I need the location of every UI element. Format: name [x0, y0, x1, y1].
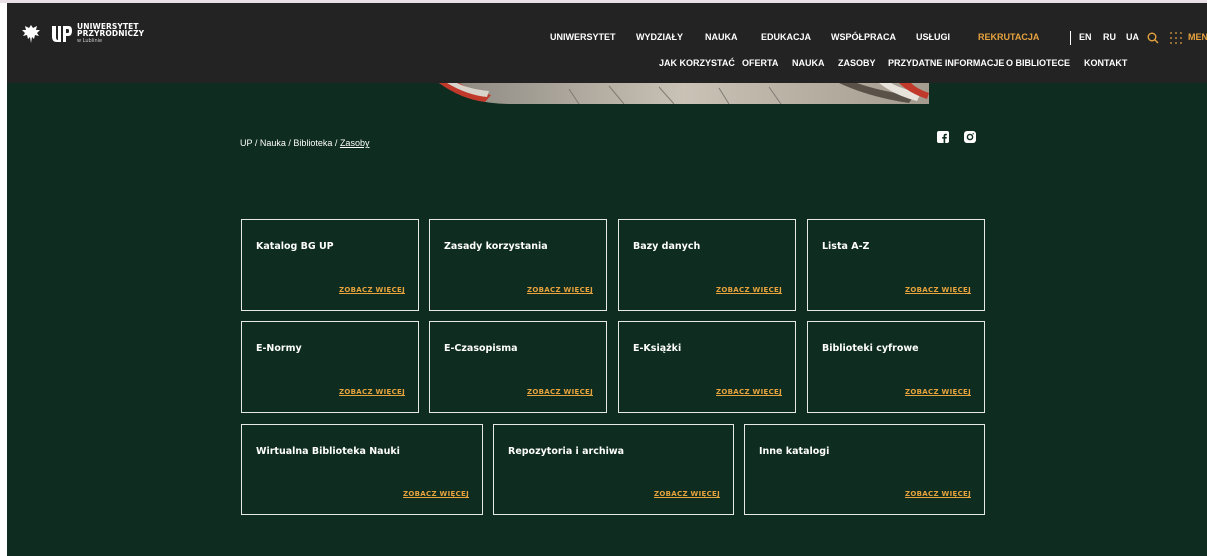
card-wirtualna-biblioteka-nauki[interactable]: Wirtualna Biblioteka Nauki ZOBACZ WIĘCEJ: [241, 424, 483, 515]
subnav-oferta[interactable]: OFERTA: [742, 58, 778, 68]
breadcrumb-nauka[interactable]: Nauka: [260, 138, 286, 148]
subnav-przydatne-informacje[interactable]: PRZYDATNE INFORMACJE: [888, 58, 1004, 68]
card-title: Lista A-Z: [822, 241, 870, 252]
card-more-link[interactable]: ZOBACZ WIĘCEJ: [716, 388, 782, 396]
card-bazy-danych[interactable]: Bazy danych ZOBACZ WIĘCEJ: [618, 219, 796, 311]
card-more-link[interactable]: ZOBACZ WIĘCEJ: [403, 490, 469, 498]
card-more-link[interactable]: ZOBACZ WIĘCEJ: [339, 286, 405, 294]
lang-ua[interactable]: UA: [1126, 32, 1139, 42]
card-repozytoria-i-archiwa[interactable]: Repozytoria i archiwa ZOBACZ WIĘCEJ: [493, 424, 734, 515]
card-e-ksiazki[interactable]: E-Książki ZOBACZ WIĘCEJ: [618, 321, 796, 413]
nav-item-uslugi[interactable]: USŁUGI: [916, 32, 950, 42]
main-content: UP / Nauka / Biblioteka / Zasoby Katalog…: [7, 83, 1207, 556]
nav-item-wydzialy[interactable]: WYDZIAŁY: [636, 32, 683, 42]
breadcrumb-separator: /: [332, 138, 340, 148]
card-title: Katalog BG UP: [256, 241, 334, 252]
card-title: E-Książki: [633, 343, 682, 354]
card-title: Biblioteki cyfrowe: [822, 343, 919, 354]
card-more-link[interactable]: ZOBACZ WIĘCEJ: [527, 286, 593, 294]
card-title: Wirtualna Biblioteka Nauki: [256, 446, 400, 457]
subnav-o-bibliotece[interactable]: O BIBLIOTECE: [1006, 58, 1070, 68]
breadcrumb-current[interactable]: Zasoby: [340, 138, 370, 148]
search-icon[interactable]: [1147, 32, 1159, 44]
up-logo-icon: [52, 26, 72, 42]
lang-en[interactable]: EN: [1079, 32, 1092, 42]
card-zasady-korzystania[interactable]: Zasady korzystania ZOBACZ WIĘCEJ: [429, 219, 607, 311]
card-lista-a-z[interactable]: Lista A-Z ZOBACZ WIĘCEJ: [807, 219, 985, 311]
breadcrumb: UP / Nauka / Biblioteka / Zasoby: [240, 138, 369, 148]
card-more-link[interactable]: ZOBACZ WIĘCEJ: [527, 388, 593, 396]
nav-item-wspolpraca[interactable]: WSPÓŁPRACA: [831, 32, 896, 42]
nav-item-rekrutacja[interactable]: REKRUTACJA: [978, 32, 1039, 42]
card-title: E-Normy: [256, 343, 302, 354]
card-more-link[interactable]: ZOBACZ WIĘCEJ: [905, 490, 971, 498]
logo-line-3: w Lublinie: [77, 38, 103, 44]
card-inne-katalogi[interactable]: Inne katalogi ZOBACZ WIĘCEJ: [744, 424, 985, 515]
nav-item-nauka[interactable]: NAUKA: [705, 32, 738, 42]
breadcrumb-separator: /: [252, 138, 260, 148]
subnav-nauka[interactable]: NAUKA: [792, 58, 825, 68]
subnav-kontakt[interactable]: KONTAKT: [1084, 58, 1127, 68]
logo-text: UNIWERSYTET PRZYRODNICZY w Lublinie: [77, 23, 144, 45]
university-logo[interactable]: UNIWERSYTET PRZYRODNICZY w Lublinie: [21, 23, 144, 45]
subnav-zasoby[interactable]: ZASOBY: [838, 58, 876, 68]
nav-separator: [1070, 31, 1071, 45]
card-biblioteki-cyfrowe[interactable]: Biblioteki cyfrowe ZOBACZ WIĘCEJ: [807, 321, 985, 413]
card-title: Zasady korzystania: [444, 241, 548, 252]
card-e-czasopisma[interactable]: E-Czasopisma ZOBACZ WIĘCEJ: [429, 321, 607, 413]
site-header: UNIWERSYTET PRZYRODNICZY w Lublinie UNIW…: [7, 3, 1207, 83]
card-more-link[interactable]: ZOBACZ WIĘCEJ: [905, 286, 971, 294]
logo-line-2: PRZYRODNICZY: [77, 29, 145, 38]
menu-label[interactable]: MENU: [1188, 32, 1207, 42]
card-katalog-bg-up[interactable]: Katalog BG UP ZOBACZ WIĘCEJ: [241, 219, 419, 311]
card-e-normy[interactable]: E-Normy ZOBACZ WIĘCEJ: [241, 321, 419, 413]
card-more-link[interactable]: ZOBACZ WIĘCEJ: [339, 388, 405, 396]
facebook-icon[interactable]: [937, 131, 949, 143]
card-more-link[interactable]: ZOBACZ WIĘCEJ: [905, 388, 971, 396]
lang-ru[interactable]: RU: [1103, 32, 1116, 42]
instagram-icon[interactable]: [964, 131, 976, 143]
card-title: Repozytoria i archiwa: [508, 446, 625, 457]
breadcrumb-up[interactable]: UP: [240, 138, 252, 148]
nav-item-edukacja[interactable]: EDUKACJA: [761, 32, 811, 42]
card-more-link[interactable]: ZOBACZ WIĘCEJ: [654, 490, 720, 498]
menu-grid-icon[interactable]: [1169, 31, 1183, 45]
breadcrumb-biblioteka[interactable]: Biblioteka: [293, 138, 332, 148]
card-more-link[interactable]: ZOBACZ WIĘCEJ: [716, 286, 782, 294]
card-title: E-Czasopisma: [444, 343, 518, 354]
hero-image: [439, 83, 929, 104]
eagle-emblem-icon: [22, 25, 40, 43]
subnav-jak-korzystac[interactable]: JAK KORZYSTAĆ: [659, 58, 735, 68]
card-title: Bazy danych: [633, 241, 701, 252]
card-title: Inne katalogi: [759, 446, 830, 457]
nav-item-uniwersytet[interactable]: UNIWERSYTET: [550, 32, 616, 42]
